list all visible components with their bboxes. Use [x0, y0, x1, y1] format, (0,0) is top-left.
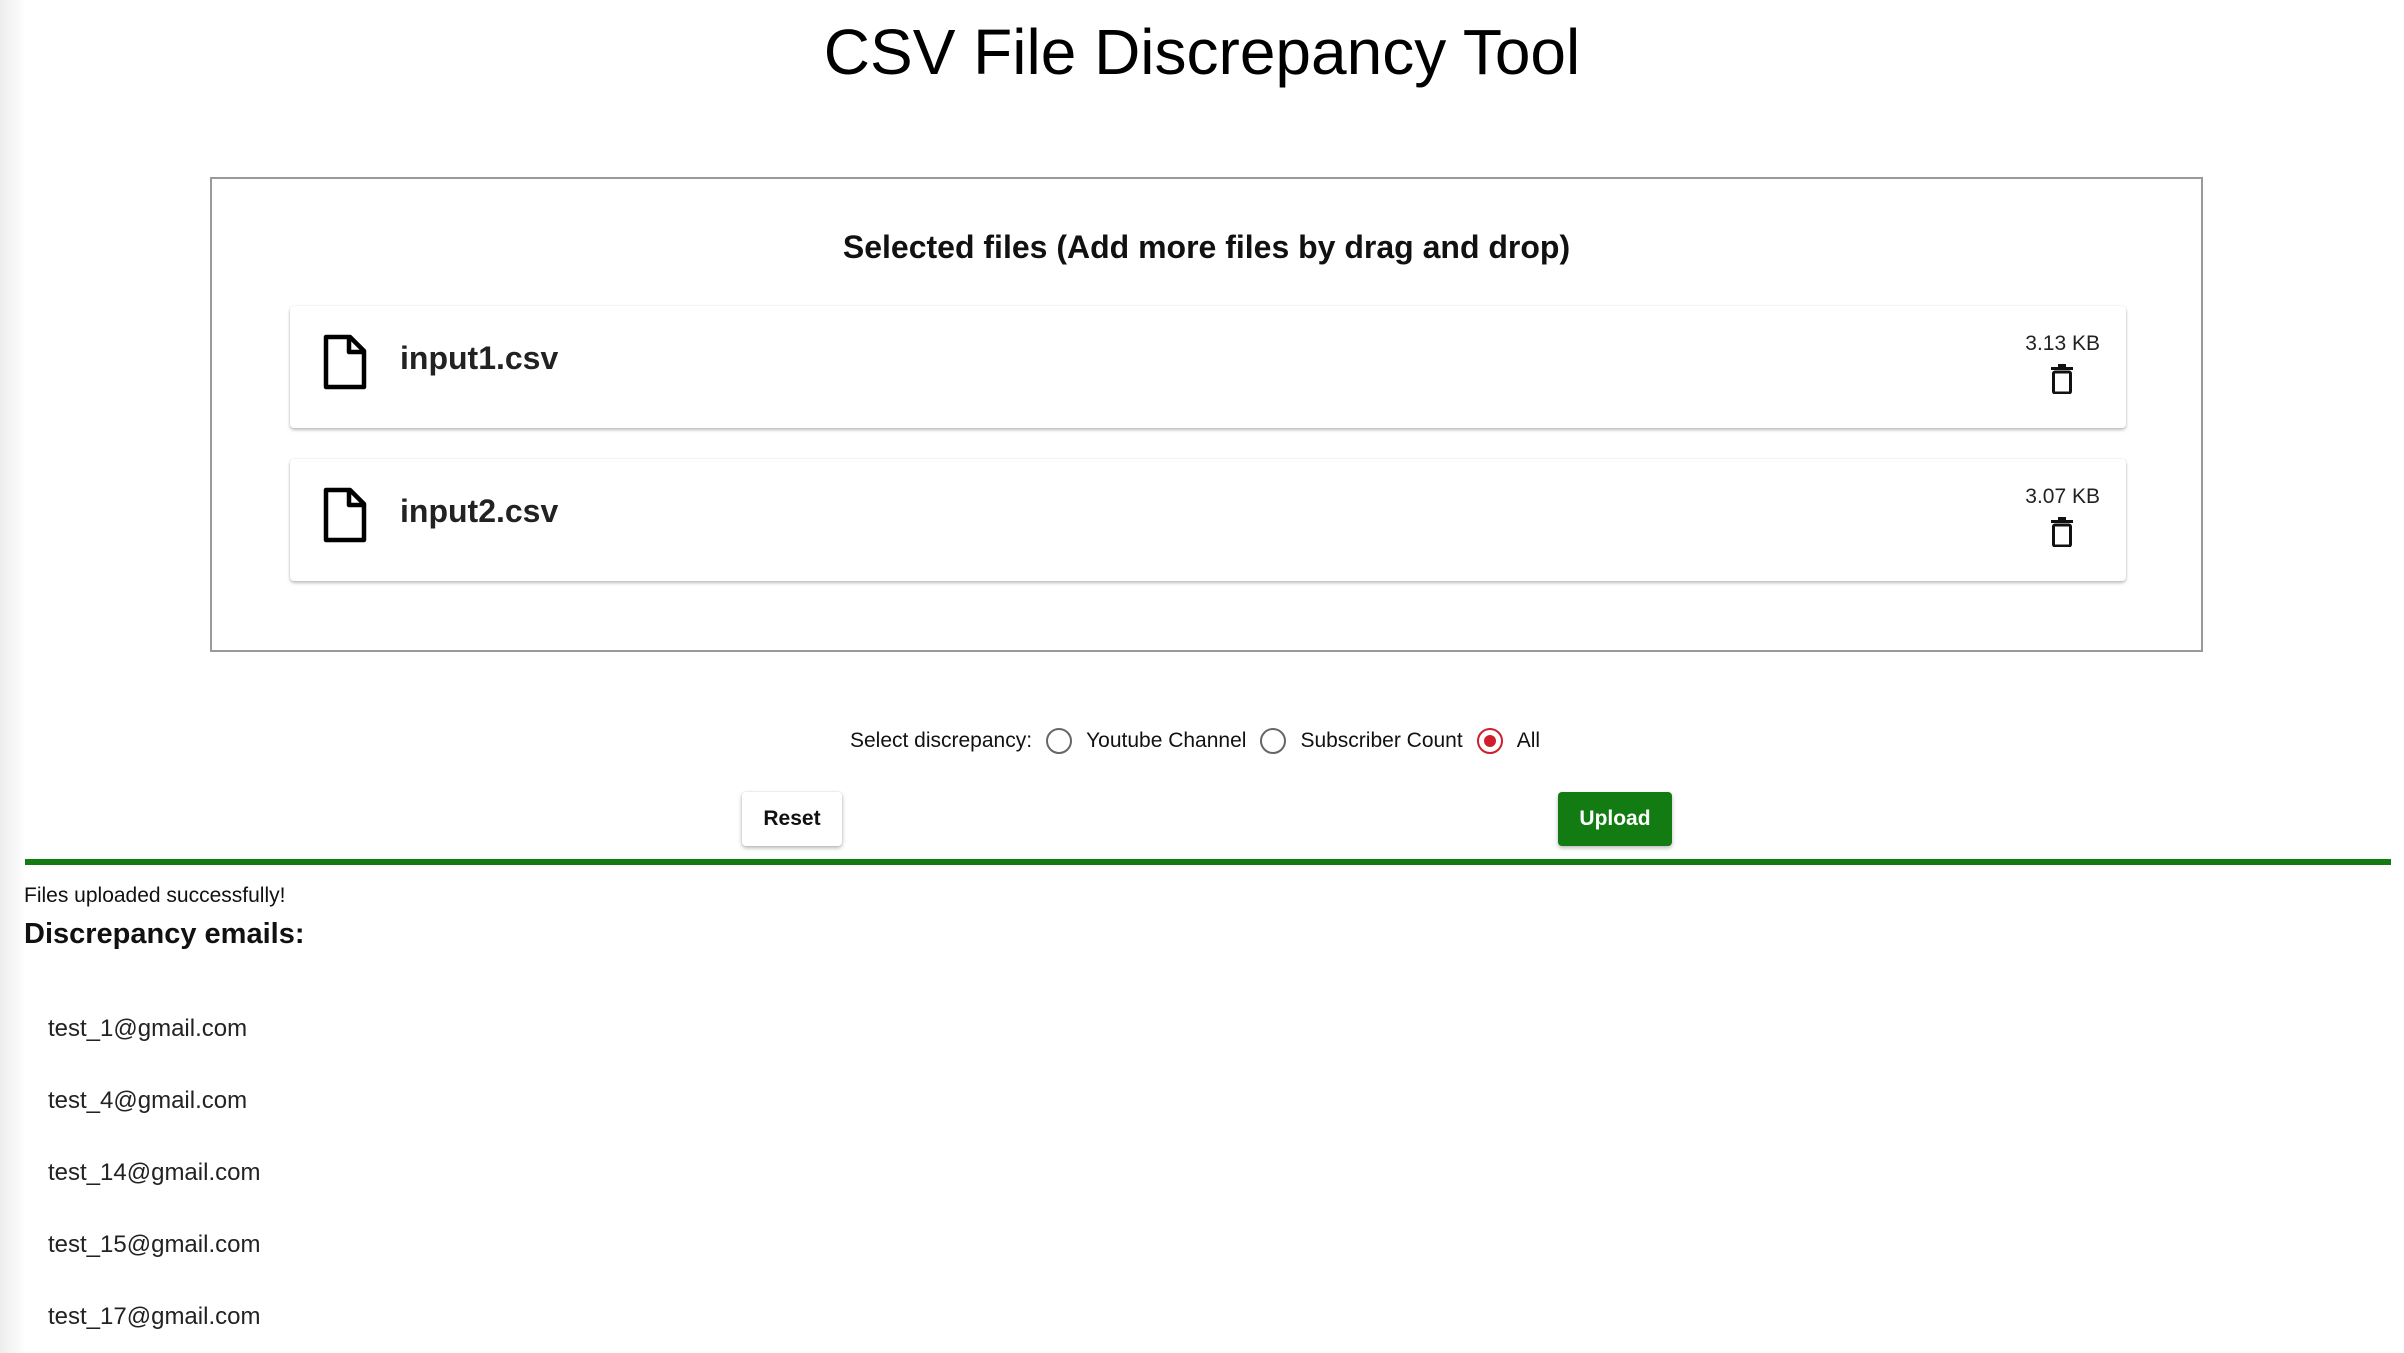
radio-label: All	[1516, 729, 1541, 752]
radio-all[interactable]: All	[1476, 728, 1541, 754]
file-dropzone[interactable]: Selected files (Add more files by drag a…	[210, 177, 2203, 652]
emails-heading: Discrepancy emails:	[24, 918, 305, 950]
trash-icon[interactable]	[2050, 364, 2074, 394]
radio-button-checked[interactable]	[1476, 728, 1503, 754]
email-list: test_1@gmail.com test_4@gmail.com test_1…	[48, 1010, 260, 1353]
left-edge-shade	[0, 0, 26, 1353]
progress-fill	[25, 859, 2391, 865]
discrepancy-selector: Select discrepancy: Youtube Channel Subs…	[0, 728, 2404, 754]
dropzone-heading: Selected files (Add more files by drag a…	[842, 229, 1571, 265]
file-name: input1.csv	[400, 340, 559, 376]
file-icon	[323, 334, 367, 390]
file-size: 3.13 KB	[2025, 332, 2100, 355]
file-card: input1.csv 3.13 KB	[290, 306, 2126, 428]
upload-progress-bar	[25, 859, 2391, 865]
list-item: test_1@gmail.com	[48, 1015, 248, 1042]
radio-label: Youtube Channel	[1086, 729, 1247, 752]
status-message: Files uploaded successfully!	[24, 884, 286, 907]
radio-button[interactable]	[1260, 728, 1287, 754]
page-title: CSV File Discrepancy Tool	[823, 16, 1581, 88]
radio-label: Subscriber Count	[1300, 729, 1463, 752]
list-item: test_17@gmail.com	[48, 1303, 261, 1330]
list-item: test_4@gmail.com	[48, 1087, 248, 1114]
radio-subscriber-count[interactable]: Subscriber Count	[1260, 728, 1463, 754]
trash-icon[interactable]	[2050, 517, 2074, 547]
list-item: test_15@gmail.com	[48, 1231, 261, 1258]
radio-button[interactable]	[1046, 728, 1073, 754]
page: CSV File Discrepancy Tool Selected files…	[0, 0, 2404, 1353]
file-name: input2.csv	[400, 493, 559, 529]
file-card: input2.csv 3.07 KB	[290, 459, 2126, 581]
upload-button[interactable]: Upload	[1558, 792, 1672, 846]
file-icon	[323, 487, 367, 543]
list-item: test_14@gmail.com	[48, 1159, 261, 1186]
discrepancy-label: Select discrepancy:	[849, 729, 1033, 752]
reset-button[interactable]: Reset	[742, 792, 842, 846]
file-size: 3.07 KB	[2025, 485, 2100, 508]
radio-youtube-channel[interactable]: Youtube Channel	[1046, 728, 1246, 754]
